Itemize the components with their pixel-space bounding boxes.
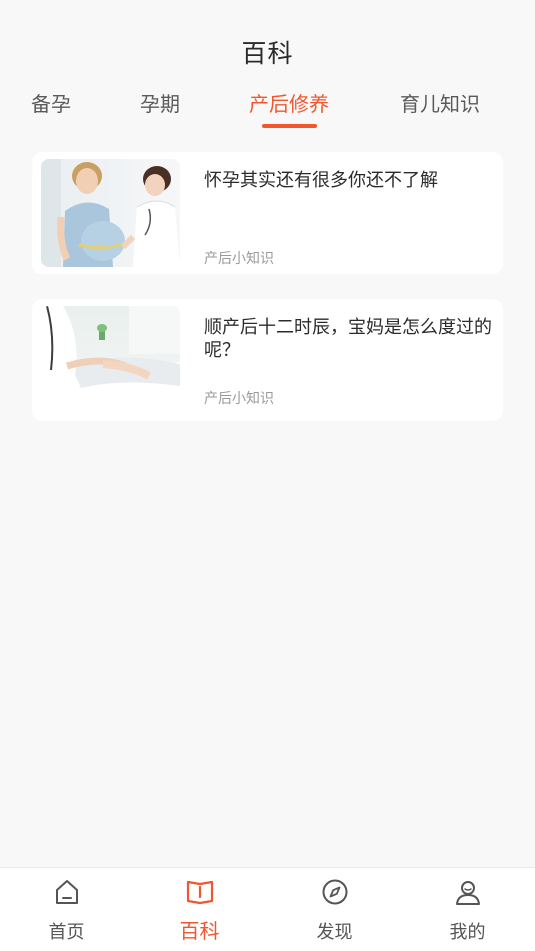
nav-home-label: 首页 [48,922,85,943]
user-icon [453,877,483,907]
article-tag: 产后小知识 [204,391,274,407]
bottom-nav: 首页 百科 发现 我的 [0,867,535,951]
compass-icon [320,877,350,907]
page-title: 百科 [241,39,294,68]
nav-discover-label: 发现 [316,922,353,943]
article-card[interactable]: 怀孕其实还有很多你还不了解 产后小知识 [32,152,503,274]
app-root: 百科 备孕 孕期 产后修养 育儿知识 怀孕其实还有很多你还不了解 产后小知识 顺… [0,0,535,951]
tab-beiyun[interactable]: 备孕 [31,88,71,117]
nav-discover[interactable]: 发现 [268,868,401,951]
tab-chanhou[interactable]: 产后修养 [249,88,329,117]
article-card[interactable]: 顺产后十二时辰，宝妈是怎么度过的呢？ 产后小知识 [32,299,503,421]
nav-encyclopedia[interactable]: 百科 [133,868,266,951]
header: 百科 [0,0,535,80]
book-icon [185,877,215,907]
nav-profile-label: 我的 [449,922,486,943]
home-icon [52,877,82,907]
article-thumbnail [41,306,180,414]
active-tab-indicator [262,124,317,128]
nav-home[interactable]: 首页 [0,868,133,951]
tab-yunqi[interactable]: 孕期 [140,88,180,117]
article-thumbnail [41,159,180,267]
tab-yuer[interactable]: 育儿知识 [400,88,480,117]
category-tabs: 备孕 孕期 产后修养 育儿知识 [0,86,535,132]
nav-encyclopedia-label: 百科 [179,919,220,943]
article-tag: 产后小知识 [204,251,274,267]
article-title: 怀孕其实还有很多你还不了解 [204,170,438,191]
nav-profile[interactable]: 我的 [401,868,534,951]
article-title: 顺产后十二时辰，宝妈是怎么度过的呢？ [204,317,492,361]
